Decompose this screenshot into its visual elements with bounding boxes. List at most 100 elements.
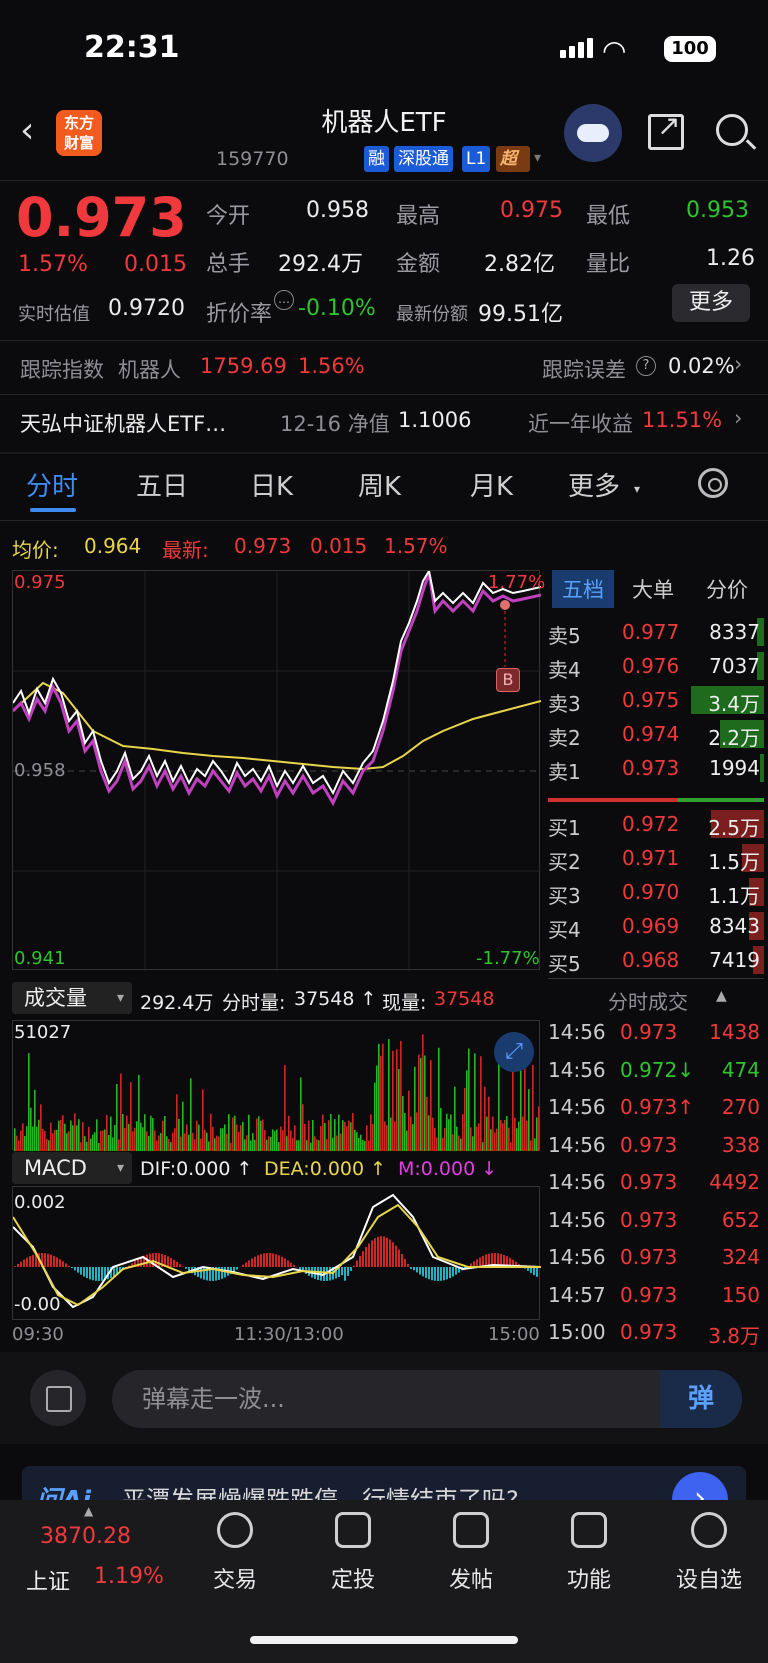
high-label: 最高 xyxy=(396,204,441,229)
volume-bar xyxy=(536,1117,538,1151)
sell-level[interactable]: 卖2 0.974 2.2万 xyxy=(548,718,764,750)
level-price: 0.971 xyxy=(622,846,680,870)
volume-bar xyxy=(410,1116,412,1151)
nav-plan[interactable]: 定投 xyxy=(308,1512,398,1594)
nav-post[interactable]: 发帖 xyxy=(426,1512,516,1594)
chevron-up-icon[interactable]: ▲ xyxy=(84,1504,93,1518)
sell-level[interactable]: 卖1 0.973 1994 xyxy=(548,752,764,784)
tab-five-day[interactable]: 五日 xyxy=(136,466,188,503)
buy-marker[interactable]: B xyxy=(496,668,520,692)
volume-bar xyxy=(462,1114,464,1151)
index-value[interactable]: 3870.28 xyxy=(40,1524,131,1549)
nav-functions[interactable]: 功能 xyxy=(544,1512,634,1594)
high-value: 0.975 xyxy=(500,198,563,223)
level-price: 0.973 xyxy=(622,756,680,780)
macd-bar xyxy=(260,1254,262,1267)
volume-bar xyxy=(290,1130,292,1151)
ticks-label[interactable]: 分时成交 xyxy=(608,986,688,1015)
volume-bar xyxy=(50,1122,52,1151)
intraday-chart[interactable] xyxy=(11,568,542,971)
macd-selector[interactable]: MACD ▾ xyxy=(12,1152,132,1184)
volume-bar xyxy=(268,1136,270,1151)
macd-bar xyxy=(374,1238,376,1267)
macd-bar xyxy=(44,1253,46,1267)
macd-chart[interactable] xyxy=(12,1186,542,1320)
sell-level[interactable]: 卖3 0.975 3.4万 xyxy=(548,684,764,716)
macd-bar xyxy=(299,1267,301,1270)
volume-bar xyxy=(218,1136,220,1151)
tag-super[interactable]: 超级 xyxy=(496,146,530,172)
chevron-right-icon[interactable]: › xyxy=(734,406,742,430)
note-icon[interactable] xyxy=(30,1370,86,1426)
level-label: 卖5 xyxy=(548,624,581,648)
danmu-toggle-button[interactable]: 弹 xyxy=(660,1370,742,1428)
macd-bar xyxy=(452,1267,454,1277)
buy-level[interactable]: 买3 0.970 1.1万 xyxy=(548,876,764,908)
chevron-down-icon[interactable]: ▾ xyxy=(534,150,541,166)
volume-bar xyxy=(240,1125,242,1151)
nav-trade[interactable]: 交易 xyxy=(190,1512,280,1594)
volume-bar xyxy=(534,1138,536,1151)
volume-bar xyxy=(404,1113,406,1151)
buy-level[interactable]: 买5 0.968 7419 xyxy=(548,944,764,976)
volume-bar xyxy=(142,1127,144,1151)
tab-five-levels[interactable]: 五档 xyxy=(552,570,614,608)
macd-bar xyxy=(101,1267,103,1281)
tab-big-orders[interactable]: 大单 xyxy=(632,574,674,604)
expand-icon[interactable]: ⤢ xyxy=(494,1032,534,1072)
volume-bar xyxy=(298,1140,300,1151)
volume-selector-label: 成交量 xyxy=(24,986,87,1010)
chevron-up-icon[interactable]: ▲ xyxy=(716,988,727,1004)
help-icon[interactable]: ? xyxy=(636,356,656,376)
volume-bar xyxy=(138,1074,140,1151)
tab-price-dist[interactable]: 分价 xyxy=(706,574,748,604)
volume-bar xyxy=(354,1129,356,1151)
fund-name[interactable]: 天弘中证机器人ETF… xyxy=(20,408,226,438)
tick-price: 0.973 xyxy=(620,1245,678,1269)
sell-level[interactable]: 卖5 0.977 8337 xyxy=(548,616,764,648)
danmu-input[interactable]: 弹幕走一波... 弹 xyxy=(112,1370,742,1428)
gear-icon[interactable] xyxy=(698,468,728,498)
tracking-index[interactable]: 机器人 xyxy=(118,354,181,384)
volume-bar xyxy=(426,1096,428,1151)
tab-intraday[interactable]: 分时 xyxy=(26,466,78,503)
level-label: 买5 xyxy=(548,952,581,976)
volume-chart[interactable] xyxy=(12,1020,540,1151)
macd-bar xyxy=(290,1262,292,1267)
tab-daily-k[interactable]: 日K xyxy=(250,466,293,503)
macd-bar xyxy=(434,1267,436,1281)
buy-level[interactable]: 买1 0.972 2.5万 xyxy=(548,808,764,840)
volume-bar xyxy=(494,1132,496,1151)
tab-more[interactable]: 更多 xyxy=(568,466,620,503)
buy-level[interactable]: 买4 0.969 8343 xyxy=(548,910,764,942)
macd-bar xyxy=(410,1267,412,1269)
share-icon[interactable] xyxy=(648,109,684,150)
robot-avatar-icon[interactable] xyxy=(564,104,622,162)
macd-bar xyxy=(254,1256,256,1267)
more-button[interactable]: 更多 xyxy=(672,284,750,322)
macd-bar xyxy=(92,1267,94,1281)
volume-bar xyxy=(174,1128,176,1151)
search-icon[interactable] xyxy=(716,114,748,146)
volume-bar xyxy=(378,1043,380,1151)
nav-watchlist[interactable]: 设自选 xyxy=(664,1512,754,1594)
volume-bar xyxy=(448,1119,450,1151)
volume-bar xyxy=(132,1131,134,1151)
chevron-right-icon[interactable]: › xyxy=(734,352,742,376)
sell-level[interactable]: 卖4 0.976 7037 xyxy=(548,650,764,682)
buy-level[interactable]: 买2 0.971 1.5万 xyxy=(548,842,764,874)
tab-weekly-k[interactable]: 周K xyxy=(358,466,401,503)
level-volume: 8343 xyxy=(709,914,760,938)
wifi-icon: ◠ xyxy=(602,34,627,67)
volume-bar xyxy=(64,1123,66,1151)
volume-selector[interactable]: 成交量 ▾ xyxy=(12,982,132,1014)
nav-trade-label: 交易 xyxy=(212,1568,257,1593)
tab-monthly-k[interactable]: 月K xyxy=(470,466,513,503)
level-label: 买4 xyxy=(548,918,581,942)
macd-bar xyxy=(347,1267,349,1276)
volume-bar xyxy=(200,1138,202,1151)
volume-bar xyxy=(46,1138,48,1151)
info-icon[interactable]: … xyxy=(274,290,294,310)
volume-label: 总手 xyxy=(206,252,251,277)
macd-bar xyxy=(419,1267,421,1275)
